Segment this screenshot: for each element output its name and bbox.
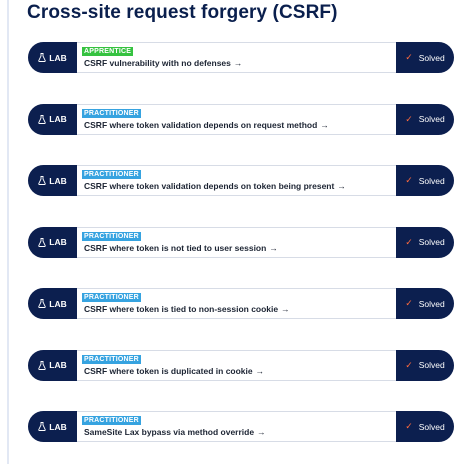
lab-title-text: CSRF where token is tied to non-session … [84,304,279,314]
level-tag: PRACTITIONER [82,293,141,302]
lab-title-link[interactable]: CSRF where token is duplicated in cookie… [84,366,264,376]
solved-badge: ✓ Solved [396,349,454,381]
solved-badge: ✓ Solved [396,165,454,196]
level-tag: PRACTITIONER [82,416,141,425]
page: Cross-site request forgery (CSRF) LAB AP… [0,0,474,464]
solved-badge: ✓ Solved [396,103,454,135]
lab-row[interactable]: LAB PRACTITIONER CSRF where token is tie… [28,288,454,319]
lab-badge: LAB [28,226,77,258]
left-divider [7,0,9,464]
flask-icon [38,360,46,370]
lab-title-link[interactable]: CSRF where token validation depends on t… [84,181,346,191]
solved-badge: ✓ Solved [396,42,454,73]
arrow-right-icon: → [269,242,278,253]
check-icon: ✓ [405,359,413,370]
check-icon: ✓ [405,421,413,431]
lab-body[interactable]: PRACTITIONER SameSite Lax bypass via met… [77,412,396,441]
lab-badge-label: LAB [49,175,67,186]
lab-badge-label: LAB [49,114,67,124]
arrow-right-icon: → [320,119,329,130]
lab-title-text: CSRF where token is duplicated in cookie [84,365,253,376]
check-icon: ✓ [405,52,413,62]
flask-icon [38,53,46,62]
solved-badge: ✓ Solved [396,288,454,319]
check-icon: ✓ [405,175,413,185]
lab-title-text: CSRF where token validation depends on r… [84,119,318,130]
lab-row[interactable]: LAB PRACTITIONER CSRF where token is not… [28,226,454,258]
solved-label: Solved [418,175,445,186]
flask-icon [38,299,46,308]
level-tag: PRACTITIONER [82,108,141,118]
level-tag: PRACTITIONER [82,231,141,241]
flask-icon [38,237,46,247]
lab-row[interactable]: LAB PRACTITIONER CSRF where token valida… [28,103,454,135]
lab-title-link[interactable]: SameSite Lax bypass via method override → [84,427,266,437]
lab-list: LAB APPRENTICE CSRF vulnerability with n… [28,42,454,464]
lab-badge: LAB [28,103,77,135]
solved-badge: ✓ Solved [396,226,454,258]
level-tag: PRACTITIONER [82,170,141,179]
check-icon: ✓ [405,113,413,124]
flask-icon [38,176,46,185]
arrow-right-icon: → [337,181,346,191]
lab-title-text: CSRF where token is not tied to user ses… [84,242,267,253]
lab-badge-label: LAB [49,298,67,309]
lab-row[interactable]: LAB APPRENTICE CSRF vulnerability with n… [28,42,454,73]
lab-body[interactable]: PRACTITIONER CSRF where token is tied to… [77,289,396,318]
lab-title-text: CSRF vulnerability with no defenses [84,58,231,68]
level-tag: APPRENTICE [82,47,134,56]
lab-row[interactable]: LAB PRACTITIONER CSRF where token is dup… [28,349,454,381]
lab-badge: LAB [28,42,77,73]
solved-badge: ✓ Solved [396,411,454,442]
lab-body[interactable]: PRACTITIONER CSRF where token validation… [77,105,396,134]
solved-label: Solved [418,360,445,370]
check-icon: ✓ [405,236,413,247]
lab-body[interactable]: APPRENTICE CSRF vulnerability with no de… [77,43,396,72]
lab-title-text: SameSite Lax bypass via method override [84,427,255,437]
lab-row[interactable]: LAB PRACTITIONER SameSite Lax bypass via… [28,411,454,442]
lab-badge-label: LAB [49,421,67,432]
lab-title-link[interactable]: CSRF where token is tied to non-session … [84,304,290,314]
arrow-right-icon: → [257,427,266,437]
lab-title-link[interactable]: CSRF where token validation depends on r… [84,120,329,130]
arrow-right-icon: → [281,304,290,314]
level-tag: PRACTITIONER [82,354,141,364]
lab-badge: LAB [28,349,77,381]
solved-label: Solved [418,52,445,63]
solved-label: Solved [418,237,445,247]
arrow-right-icon: → [255,365,265,376]
solved-label: Solved [418,421,445,432]
page-title: Cross-site request forgery (CSRF) [27,2,338,23]
lab-title-link[interactable]: CSRF where token is not tied to user ses… [84,243,278,253]
lab-title-text: CSRF where token validation depends on t… [84,181,335,191]
solved-label: Solved [418,114,445,124]
lab-badge: LAB [28,165,77,196]
solved-label: Solved [418,298,445,309]
lab-row[interactable]: LAB PRACTITIONER CSRF where token valida… [28,165,454,196]
lab-title-link[interactable]: CSRF vulnerability with no defenses → [84,58,242,68]
lab-badge-label: LAB [49,52,67,63]
flask-icon [38,422,46,431]
arrow-right-icon: → [233,58,243,68]
lab-badge-label: LAB [49,237,67,247]
lab-badge-label: LAB [49,360,67,370]
lab-body[interactable]: PRACTITIONER CSRF where token validation… [77,166,396,195]
lab-body[interactable]: PRACTITIONER CSRF where token is not tie… [77,228,396,257]
flask-icon [38,114,46,124]
lab-badge: LAB [28,411,77,442]
check-icon: ✓ [405,298,413,308]
lab-body[interactable]: PRACTITIONER CSRF where token is duplica… [77,351,396,380]
lab-badge: LAB [28,288,77,319]
